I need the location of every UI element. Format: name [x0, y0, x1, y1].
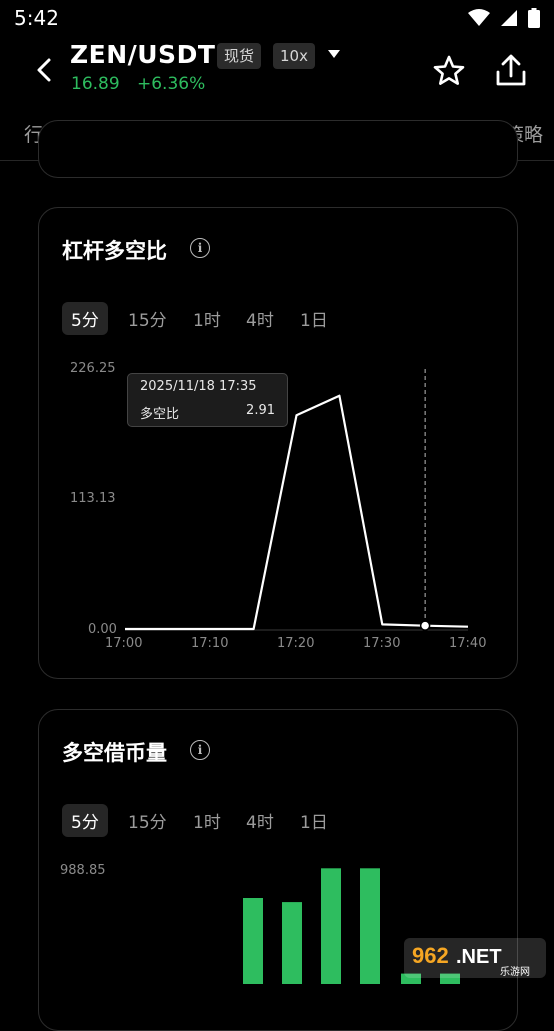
svg-text:962: 962 — [412, 943, 449, 968]
site-watermark-logo: 962 .NET 乐游网 — [404, 938, 546, 978]
volume-bar — [282, 902, 302, 984]
volume-bar — [360, 868, 380, 984]
volume-bar — [321, 868, 341, 984]
svg-text:.NET: .NET — [456, 946, 502, 968]
volume-bar — [243, 898, 263, 984]
borrow-volume-chart[interactable] — [0, 0, 554, 984]
svg-text:乐游网: 乐游网 — [500, 965, 530, 978]
